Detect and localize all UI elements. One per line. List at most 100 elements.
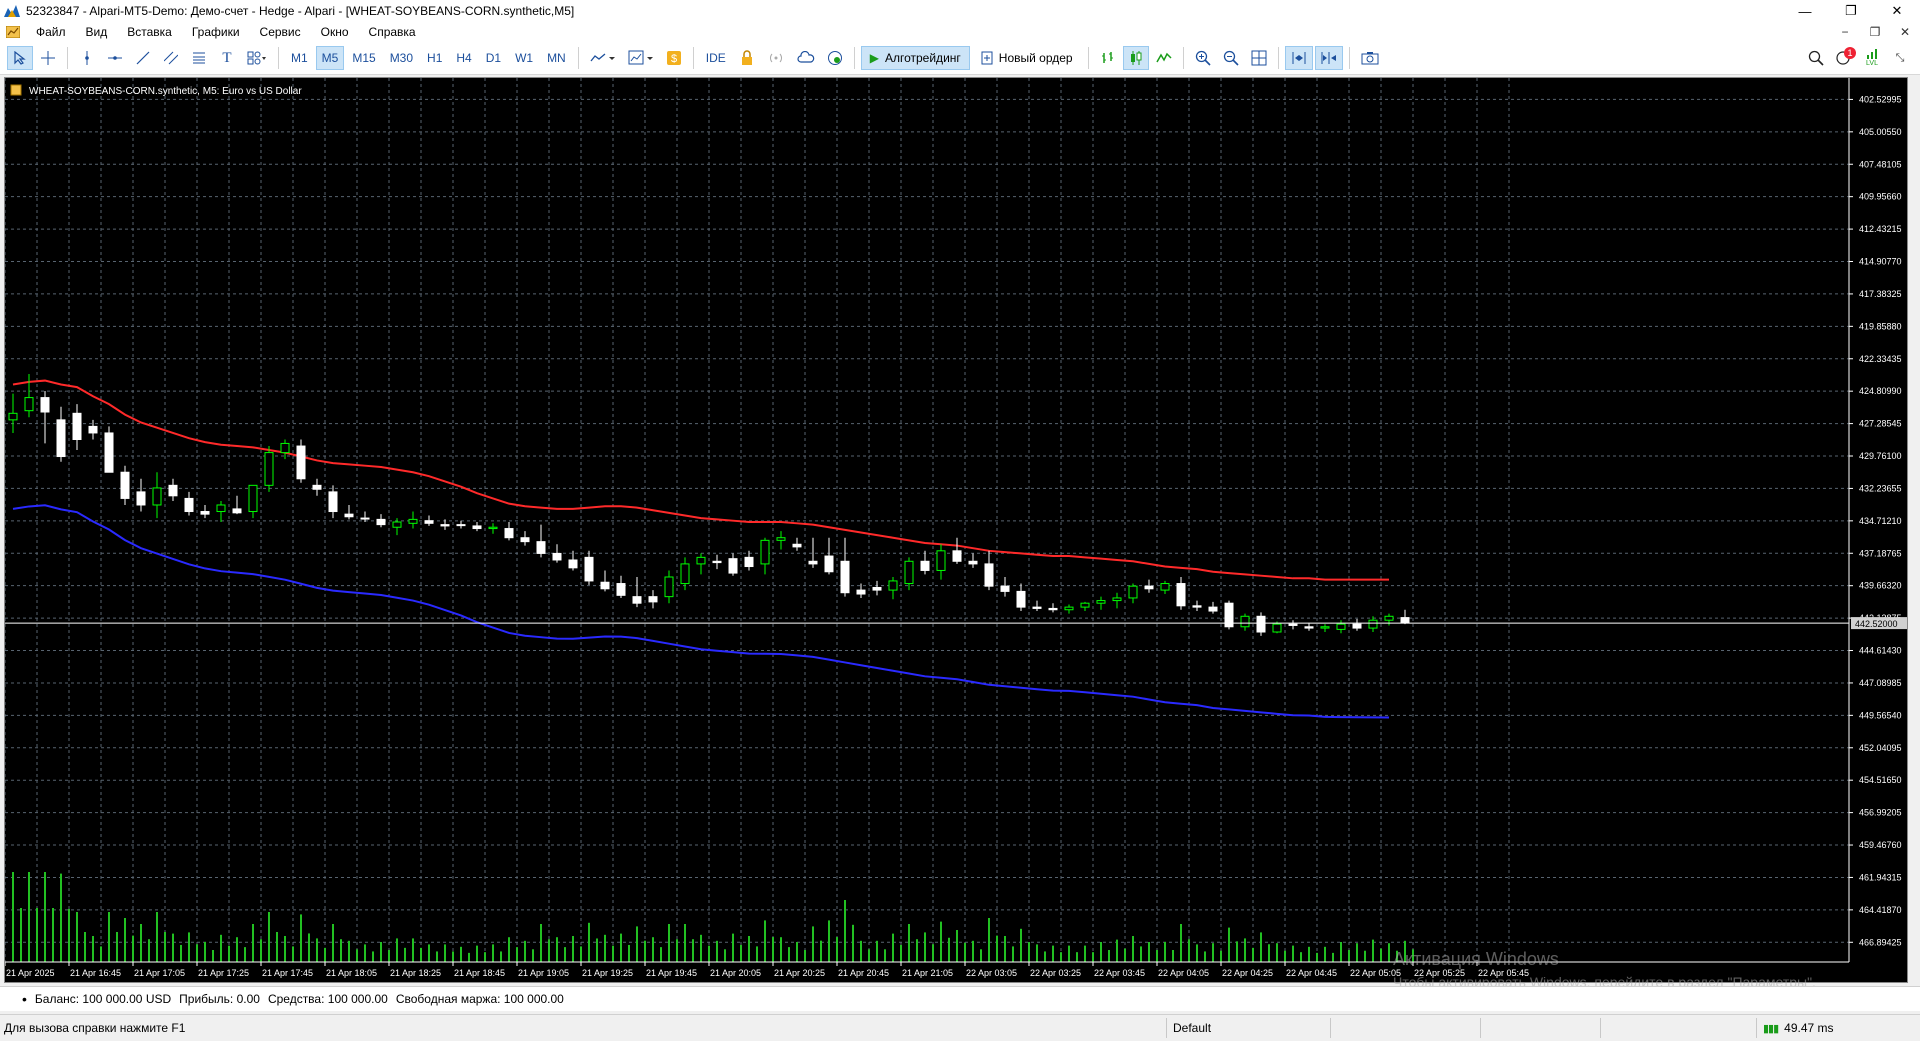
strategy-tester-button[interactable] — [734, 46, 760, 70]
text-tool-button[interactable]: T — [214, 46, 240, 70]
channel-icon — [164, 51, 178, 65]
chart-minimize-button[interactable]: − — [1830, 22, 1860, 42]
candle-body — [408, 518, 418, 524]
zoom-out-icon — [1223, 50, 1239, 66]
ide-button[interactable]: IDE — [700, 46, 732, 70]
menu-view[interactable]: Вид — [76, 25, 118, 39]
chart-shift-button[interactable] — [1314, 46, 1343, 70]
autoscroll-button[interactable] — [1284, 46, 1313, 70]
timeframe-m15[interactable]: M15 — [346, 46, 381, 70]
candle-body — [856, 589, 866, 595]
vps-button[interactable] — [792, 46, 820, 70]
timeframe-d1[interactable]: D1 — [480, 46, 507, 70]
templates-dropdown-button[interactable] — [623, 46, 659, 70]
shapes-dropdown-button[interactable] — [242, 46, 272, 70]
timeframe-h1[interactable]: H1 — [421, 46, 448, 70]
candle — [824, 537, 834, 575]
equidistant-channel-button[interactable] — [158, 46, 184, 70]
candle — [1032, 600, 1042, 612]
zoom-out-button[interactable] — [1218, 46, 1244, 70]
close-button[interactable]: ✕ — [1874, 0, 1920, 22]
candle-body — [984, 563, 994, 587]
minimize-button[interactable]: — — [1782, 0, 1828, 22]
candle-body — [520, 537, 530, 543]
menu-charts[interactable]: Графики — [182, 25, 250, 39]
timeframe-h4[interactable]: H4 — [450, 46, 477, 70]
menu-window[interactable]: Окно — [311, 25, 359, 39]
resize-grip[interactable]: ⤡ — [1887, 46, 1913, 70]
candle — [1208, 601, 1218, 614]
candle — [1192, 600, 1202, 612]
status-bar: Для вызова справки нажмите F1 Default ▮▮… — [0, 1014, 1920, 1041]
candle-body — [664, 576, 674, 598]
candle-body — [360, 517, 370, 520]
connection-status[interactable]: ▮▮▮ 49.47 ms — [1756, 1018, 1834, 1038]
indicators-dropdown-button[interactable] — [585, 46, 621, 70]
candle-body — [296, 445, 306, 480]
candle — [200, 504, 210, 519]
candle — [1304, 622, 1314, 631]
timeframe-m30[interactable]: M30 — [384, 46, 419, 70]
chart-close-button[interactable]: ✕ — [1890, 22, 1920, 42]
candlestick-chart-button[interactable] — [1122, 46, 1149, 70]
candle — [216, 501, 226, 522]
screenshot-button[interactable] — [1356, 46, 1384, 70]
timeframe-w1[interactable]: W1 — [509, 46, 539, 70]
candle-body — [328, 491, 338, 513]
candle-body — [280, 442, 290, 454]
timeframe-m5[interactable]: M5 — [315, 46, 345, 70]
templates-icon — [628, 50, 653, 65]
candle-body — [264, 452, 274, 486]
candle-body — [24, 397, 34, 412]
menu-help[interactable]: Справка — [359, 25, 426, 39]
candle — [440, 519, 450, 530]
timeframe-mn[interactable]: MN — [541, 46, 572, 70]
menu-tools[interactable]: Сервис — [250, 25, 311, 39]
menu-file[interactable]: Файл — [26, 25, 76, 39]
grid-icon — [1251, 50, 1267, 66]
profile-name[interactable]: Default — [1166, 1018, 1211, 1038]
chart-window-icon[interactable] — [4, 24, 22, 40]
chart-window[interactable]: 402.52995 405.00550 407.48105 409.95660 412.… — [4, 77, 1908, 990]
chart-restore-button[interactable]: ❐ — [1860, 22, 1890, 42]
new-order-button[interactable]: Новый ордер — [972, 46, 1082, 70]
zoom-in-button[interactable] — [1190, 46, 1216, 70]
horizontal-line-button[interactable] — [102, 46, 128, 70]
crosshair-tool-button[interactable] — [35, 46, 61, 70]
vertical-line-button[interactable] — [74, 46, 100, 70]
market-button[interactable]: $ — [661, 46, 687, 70]
candle-body — [168, 484, 178, 497]
candle — [88, 419, 98, 440]
candlestick-icon — [1130, 51, 1142, 65]
tile-windows-button[interactable] — [1246, 46, 1272, 70]
candle — [728, 553, 738, 576]
bar-chart-button[interactable] — [1095, 46, 1121, 70]
status-segment — [1600, 1018, 1601, 1038]
candle — [1000, 577, 1010, 597]
candle-body — [312, 484, 322, 490]
candle — [1256, 612, 1266, 636]
fibonacci-button[interactable] — [186, 46, 212, 70]
maximize-button[interactable]: ❐ — [1828, 0, 1874, 22]
candle — [888, 577, 898, 600]
community-button[interactable] — [822, 46, 848, 70]
timeframe-m1[interactable]: M1 — [285, 46, 314, 70]
algo-trading-button[interactable]: ▶ Алготрейдинг — [860, 46, 970, 70]
trendline-button[interactable] — [130, 46, 156, 70]
menu-insert[interactable]: Вставка — [117, 25, 182, 39]
cursor-tool-button[interactable] — [7, 46, 33, 70]
autoscroll-icon — [1292, 52, 1306, 64]
candle-body — [456, 524, 466, 527]
candle — [904, 557, 914, 591]
signals-button[interactable] — [762, 46, 790, 70]
search-button[interactable] — [1803, 46, 1829, 70]
signal-level-button[interactable]: LVL — [1859, 46, 1885, 70]
volume-histogram — [12, 872, 1414, 962]
price-axis-label: 464.41870 — [1859, 905, 1902, 915]
notifications-button[interactable]: 1 — [1831, 46, 1857, 70]
candle-body — [248, 484, 258, 513]
candle — [1240, 613, 1250, 631]
line-chart-button[interactable] — [1151, 46, 1177, 70]
price-chart[interactable]: 402.52995 405.00550 407.48105 409.95660 412.… — [5, 78, 1907, 982]
candle-body — [376, 518, 386, 526]
